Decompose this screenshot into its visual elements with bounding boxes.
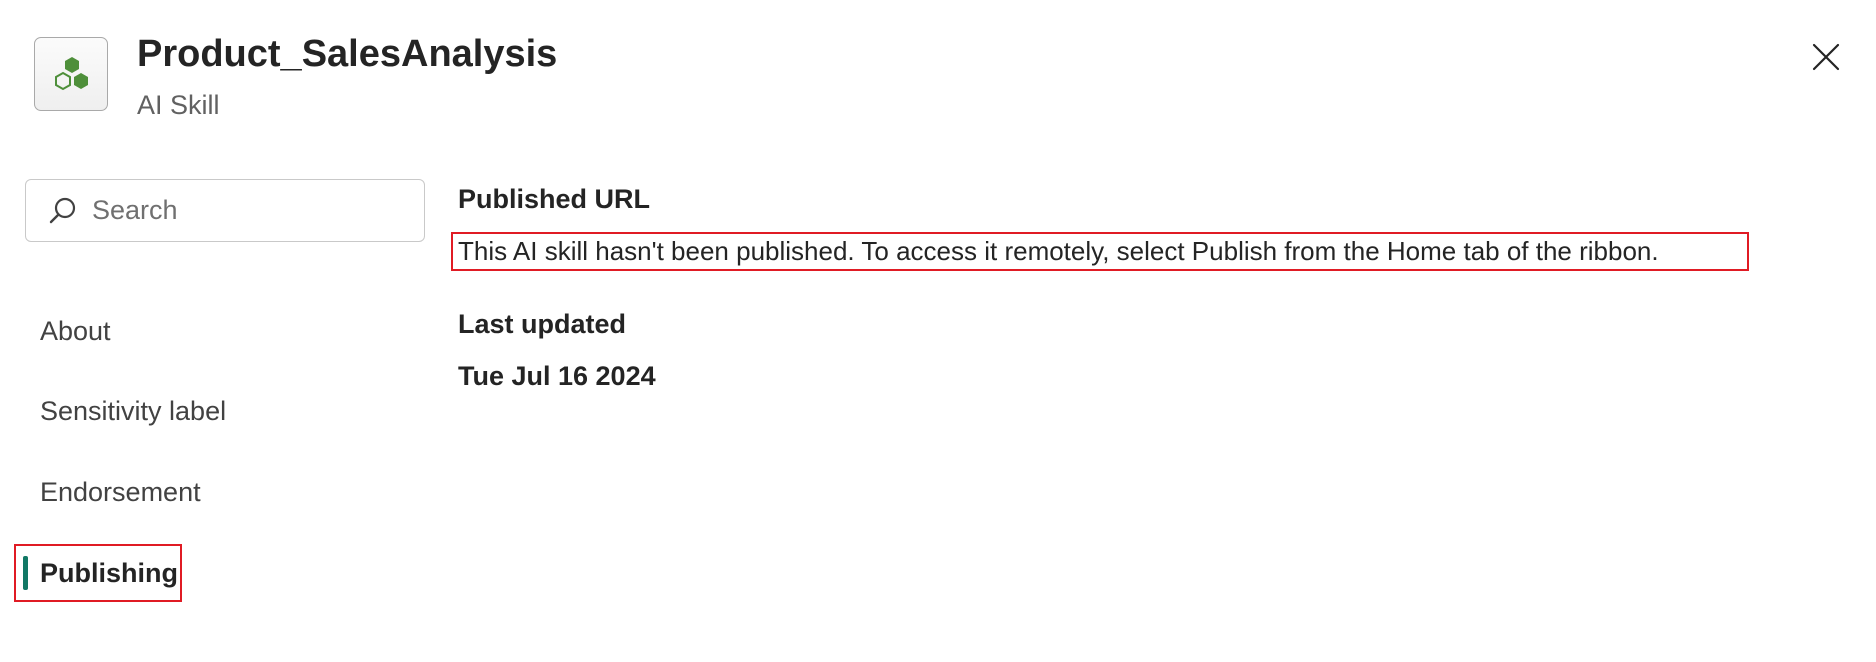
published-url-heading: Published URL — [458, 184, 651, 214]
nav-item-about[interactable]: About — [40, 314, 111, 348]
search-input[interactable] — [92, 189, 412, 231]
close-button[interactable] — [1805, 36, 1845, 76]
published-url-message-box: This AI skill hasn't been published. To … — [451, 232, 1749, 271]
search-box[interactable] — [25, 179, 425, 242]
ai-skill-hexagon-icon — [55, 57, 88, 91]
close-icon — [1812, 43, 1840, 71]
app-icon — [34, 37, 108, 111]
selected-indicator — [23, 556, 28, 590]
nav-item-publishing-label: Publishing — [40, 558, 178, 588]
nav-item-publishing[interactable]: Publishing — [14, 544, 182, 602]
published-url-message: This AI skill hasn't been published. To … — [458, 236, 1659, 266]
nav-item-endorsement[interactable]: Endorsement — [40, 475, 201, 509]
last-updated-value: Tue Jul 16 2024 — [458, 361, 656, 391]
item-type-subtitle: AI Skill — [137, 90, 220, 120]
last-updated-heading: Last updated — [458, 309, 627, 339]
nav-item-sensitivity-label[interactable]: Sensitivity label — [40, 394, 226, 428]
page-title: Product_SalesAnalysis — [137, 33, 558, 75]
search-icon — [49, 197, 76, 224]
